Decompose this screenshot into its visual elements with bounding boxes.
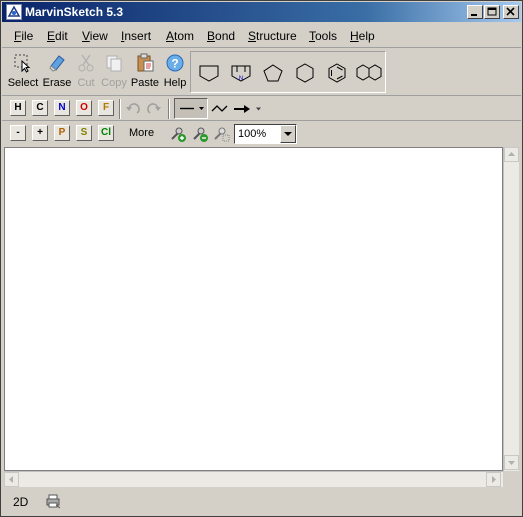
atom-c-button[interactable]: C [32, 100, 48, 116]
pyrrole-ring-icon[interactable]: N [229, 62, 253, 84]
svg-text:N: N [239, 76, 243, 82]
zoom-select[interactable]: 100% [234, 124, 297, 144]
menu-file[interactable]: File [14, 29, 33, 43]
toolbar-separator [119, 99, 121, 119]
minimize-button[interactable] [467, 5, 483, 19]
help-icon: ? [166, 54, 184, 72]
main-toolbar: Select Erase Cut Copy Paste ? Help N [2, 49, 521, 96]
scroll-right-button[interactable] [486, 472, 501, 487]
chain-bond-icon[interactable] [210, 100, 230, 118]
atom-n-button[interactable]: N [54, 100, 70, 116]
menu-insert[interactable]: Insert [121, 29, 151, 43]
cut-tool[interactable]: Cut [74, 51, 98, 93]
scroll-left-button[interactable] [4, 472, 19, 487]
paste-icon [137, 53, 154, 72]
menu-bond[interactable]: Bond [207, 29, 235, 43]
ring-templates: N [190, 51, 386, 93]
dimension-mode-label: 2D [13, 495, 29, 509]
window-title: MarvinSketch 5.3 [25, 5, 124, 19]
app-window: MarvinSketch 5.3 File Edit View Insert A… [0, 0, 523, 517]
cyclohexane-icon[interactable] [293, 62, 317, 84]
svg-text:?: ? [171, 57, 178, 71]
menu-view[interactable]: View [82, 29, 108, 43]
help-tool[interactable]: ? Help [162, 51, 188, 93]
copy-tool[interactable]: Copy [99, 51, 129, 93]
single-bond-button[interactable] [174, 98, 208, 119]
atom-cl-button[interactable]: Cl [98, 125, 114, 141]
atom-s-button[interactable]: S [76, 125, 92, 141]
status-bar: 2D [2, 489, 521, 515]
toolbar-separator [168, 99, 170, 119]
horizontal-scrollbar[interactable] [4, 471, 503, 487]
scroll-up-button[interactable] [504, 147, 519, 162]
scissors-icon [78, 54, 94, 72]
drawing-canvas[interactable] [4, 147, 503, 471]
increase-charge-button[interactable]: + [32, 125, 48, 141]
select-tool[interactable]: Select [6, 51, 40, 93]
reaction-arrow-icon[interactable] [232, 100, 262, 118]
cyclopentane-icon[interactable] [261, 62, 285, 84]
app-icon [6, 4, 22, 20]
undo-icon[interactable] [124, 100, 142, 118]
arrow-left-icon [9, 476, 13, 483]
arrow-down-icon [508, 461, 515, 465]
atom-f-button[interactable]: F [98, 100, 114, 116]
printer-icon[interactable] [44, 493, 62, 509]
menu-atom[interactable]: Atom [166, 29, 194, 43]
copy-icon [106, 55, 122, 72]
atom-p-button[interactable]: P [54, 125, 70, 141]
vertical-scrollbar[interactable] [503, 147, 519, 471]
redo-icon[interactable] [145, 100, 163, 118]
naphthalene-icon[interactable] [355, 62, 383, 84]
atom-toolbar: H C N O F [2, 97, 521, 121]
zoom-in-icon[interactable] [170, 125, 188, 143]
single-bond-icon [180, 107, 204, 110]
paste-tool[interactable]: Paste [130, 51, 160, 93]
select-icon [14, 54, 31, 73]
menu-help[interactable]: Help [350, 29, 375, 43]
eraser-icon [49, 55, 65, 72]
menu-tools[interactable]: Tools [309, 29, 337, 43]
menu-bar: File Edit View Insert Atom Bond Structur… [2, 24, 521, 48]
square-ring-icon[interactable] [197, 62, 221, 84]
atom-h-button[interactable]: H [10, 100, 26, 116]
scroll-down-button[interactable] [504, 455, 519, 470]
chevron-down-icon [284, 132, 292, 136]
erase-tool[interactable]: Erase [41, 51, 73, 93]
menu-edit[interactable]: Edit [47, 29, 68, 43]
title-bar: MarvinSketch 5.3 [2, 2, 521, 22]
benzene-icon[interactable] [325, 62, 349, 84]
menu-structure[interactable]: Structure [248, 29, 297, 43]
zoom-dropdown-button[interactable] [280, 125, 296, 143]
zoom-out-icon[interactable] [192, 125, 210, 143]
decrease-charge-button[interactable]: - [10, 125, 26, 141]
scroll-corner [503, 471, 519, 487]
atom-o-button[interactable]: O [76, 100, 92, 116]
arrow-right-icon [492, 476, 496, 483]
extra-atom-toolbar: - + P S Cl More 100% [2, 122, 298, 146]
close-button[interactable] [503, 5, 519, 19]
arrow-up-icon [508, 152, 515, 156]
zoom-fit-icon[interactable] [213, 125, 231, 143]
maximize-button[interactable] [484, 5, 500, 19]
more-button[interactable]: More [129, 127, 154, 139]
